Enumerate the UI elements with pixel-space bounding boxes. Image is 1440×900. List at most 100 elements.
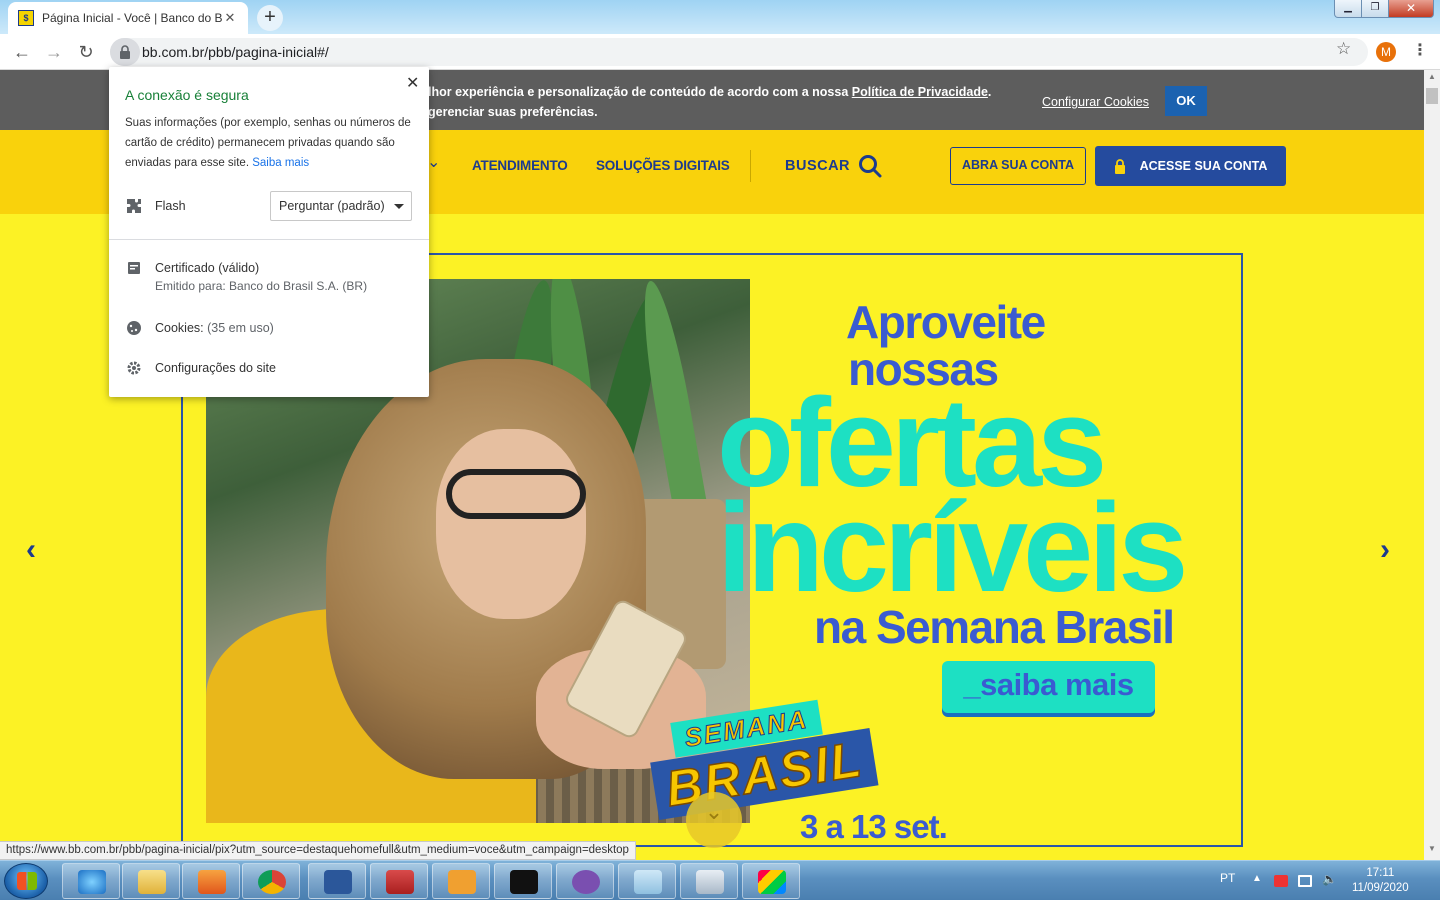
command-prompt-icon [510,870,538,894]
taskbar-outlook[interactable] [432,863,490,899]
window-close-button[interactable]: ✕ [1388,0,1434,18]
folder-icon [138,870,166,894]
banner-dates: 3 a 13 set. [800,808,948,845]
cookie-text-suffix: . [987,85,992,99]
url-text[interactable]: bb.com.br/pbb/pagina-inicial#/ [142,44,329,60]
learn-more-link[interactable]: Saiba mais [252,157,309,169]
chrome-menu-icon[interactable]: ⋮ [1412,40,1428,60]
popup-divider [109,239,429,240]
taskbar-folder[interactable] [370,863,428,899]
taskbar-word[interactable] [308,863,366,899]
tab-title: Página Inicial - Você | Banco do B [42,11,222,25]
certificate-issued-to: Emitido para: Banco do Brasil S.A. (BR) [155,279,368,293]
banner-line-incriveis: incríveis [717,477,1188,618]
search-icon [859,155,882,178]
nav-solucoes-digitais[interactable]: SOLUÇÕES DIGITAIS [596,158,730,173]
media-player-icon [198,870,226,894]
clock-date: 11/09/2020 [1352,882,1409,894]
flash-label: Flash [155,199,186,213]
carousel-prev-icon[interactable]: ‹ [26,533,36,567]
scrollbar-thumb[interactable] [1426,88,1438,104]
back-arrow-icon[interactable]: ← [10,40,34,64]
window-minimize-button[interactable]: ▁ [1334,0,1362,18]
volume-icon[interactable]: 🔈 [1322,872,1337,886]
taskbar-calculator[interactable] [680,863,738,899]
cookie-ok-button[interactable]: OK [1165,86,1207,116]
access-account-label: ACESSE SUA CONTA [1139,159,1268,173]
configure-cookies-link[interactable]: Configurar Cookies [1042,95,1149,109]
chevron-down-icon[interactable]: ⌄ [427,152,440,172]
access-account-button[interactable]: ACESSE SUA CONTA [1095,146,1286,186]
taskbar-cmd[interactable] [494,863,552,899]
scroll-down-chevron-icon[interactable]: ⌄ [686,792,742,848]
cookie-icon [125,319,143,337]
paint-icon [758,870,786,894]
flash-permission-select[interactable]: Perguntar (padrão) [270,191,412,221]
scroll-down-arrow-icon[interactable]: ▼ [1424,844,1440,858]
page-scrollbar[interactable]: ▲ ▼ [1424,70,1440,860]
bookmark-star-icon[interactable]: ☆ [1336,39,1351,59]
site-settings-label: Configurações do site [155,361,276,375]
chrome-icon [258,870,286,894]
cookie-text-line1: lhor experiência e personalização de con… [428,85,852,99]
popup-close-icon[interactable]: ✕ [406,73,419,93]
gear-icon [125,359,143,377]
certificate-row[interactable]: Certificado (válido) [125,259,259,277]
bb-favicon-icon: $ [18,10,34,26]
carousel-next-icon[interactable]: › [1380,533,1390,567]
browser-tab-strip: $ Página Inicial - Você | Banco do B ✕ +… [0,0,1440,34]
taskbar-explorer[interactable] [122,863,180,899]
tray-expand-icon[interactable]: ▲ [1252,873,1266,885]
new-tab-button[interactable]: + [257,5,283,31]
action-center-icon[interactable] [1274,875,1288,887]
forward-arrow-icon[interactable]: → [42,40,66,64]
browser-tab[interactable]: $ Página Inicial - Você | Banco do B ✕ [8,2,248,34]
calculator-icon [696,870,724,894]
flash-permission-value: Perguntar (padrão) [279,199,385,213]
start-button[interactable] [4,863,48,899]
link-status-bubble: https://www.bb.com.br/pbb/pagina-inicial… [0,841,636,860]
taskbar-media[interactable] [182,863,240,899]
connection-description: Suas informações (por exemplo, senhas ou… [125,113,415,173]
clock-time: 17:11 [1366,867,1395,879]
internet-explorer-icon [78,870,106,894]
dropdown-caret-icon [394,204,404,209]
notes-icon [634,870,662,894]
taskbar-ie[interactable] [62,863,120,899]
certificate-label: Certificado (válido) [155,261,260,275]
padlock-icon [1114,158,1125,174]
search-label: BUSCAR [785,158,851,174]
cookies-row[interactable]: Cookies: (35 em uso) [125,319,274,337]
system-clock[interactable]: 17:11 11/09/2020 [1352,866,1409,896]
outlook-icon [448,870,476,894]
nav-atendimento[interactable]: ATENDIMENTO [472,158,568,173]
taskbar-chrome[interactable] [242,863,300,899]
certificate-icon [125,259,143,277]
word-icon [324,870,352,894]
flash-row: Flash [125,197,186,215]
reload-icon[interactable]: ↻ [74,40,98,64]
taskbar-notes[interactable] [618,863,676,899]
cookies-count: (35 em uso) [207,321,274,335]
scroll-up-arrow-icon[interactable]: ▲ [1424,72,1440,86]
network-icon[interactable] [1298,875,1312,887]
lock-icon [120,45,130,59]
taskbar-app-cat[interactable] [556,863,614,899]
connection-secure-title: A conexão é segura [125,87,249,103]
windows-logo-icon [17,872,37,890]
address-bar[interactable]: bb.com.br/pbb/pagina-inicial#/ [110,38,1368,66]
site-settings-row[interactable]: Configurações do site [125,359,276,377]
banner-line-semana-brasil: na Semana Brasil [814,601,1175,653]
window-maximize-button[interactable]: ❐ [1361,0,1389,18]
open-account-button[interactable]: ABRA SUA CONTA [950,147,1086,185]
site-info-button[interactable] [110,38,140,66]
tab-close-icon[interactable]: ✕ [222,10,238,26]
archive-icon [386,870,414,894]
banner-line-aproveite: Aproveite [846,296,1046,348]
taskbar-paint[interactable] [742,863,800,899]
language-indicator[interactable]: PT [1220,871,1235,885]
privacy-policy-link[interactable]: Política de Privacidade [852,85,988,99]
saiba-mais-button[interactable]: _saiba mais [942,661,1155,713]
profile-avatar[interactable]: M [1376,42,1396,62]
search-button[interactable]: BUSCAR [785,154,882,178]
